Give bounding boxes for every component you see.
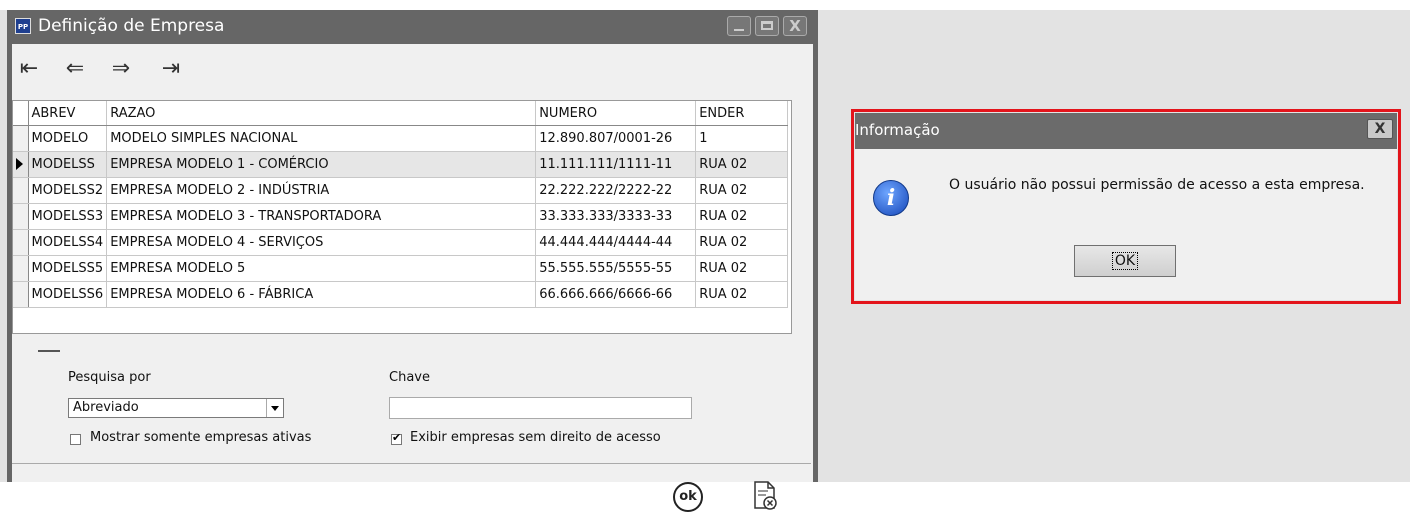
- row-indicator: [13, 125, 29, 152]
- pesquisa-por-value: Abreviado: [73, 400, 139, 415]
- table-row[interactable]: MODELSS2 EMPRESA MODELO 2 - INDÚSTRIA 22…: [13, 177, 789, 204]
- cell-razao: MODELO SIMPLES NACIONAL: [106, 125, 537, 152]
- dialog-ok-label: OK: [1111, 252, 1139, 270]
- sem-direito-label[interactable]: Exibir empresas sem direito de acesso: [410, 430, 661, 445]
- ativas-checkbox[interactable]: [70, 434, 81, 445]
- row-indicator: [13, 229, 29, 256]
- dialog-title: Informação: [855, 121, 940, 139]
- cell-ender: RUA 02: [695, 255, 789, 282]
- window-title: Definição de Empresa: [38, 16, 225, 36]
- cell-abrev: MODELSS3: [28, 203, 108, 230]
- dialog-message: O usuário não possui permissão de acesso…: [949, 177, 1365, 193]
- pesquisa-por-label: Pesquisa por: [68, 370, 151, 385]
- row-indicator: [13, 281, 29, 308]
- cell-abrev: MODELSS6: [28, 281, 108, 308]
- cell-razao: EMPRESA MODELO 2 - INDÚSTRIA: [106, 177, 537, 204]
- cell-razao: EMPRESA MODELO 1 - COMÉRCIO: [106, 151, 537, 178]
- row-indicator-header: [13, 101, 29, 126]
- cell-razao: EMPRESA MODELO 4 - SERVIÇOS: [106, 229, 537, 256]
- cell-numero: 12.890.807/0001-26: [535, 125, 697, 152]
- ok-button[interactable]: ok: [673, 482, 703, 512]
- column-header-razao[interactable]: RAZAO: [106, 101, 537, 126]
- row-indicator: [13, 255, 29, 282]
- table-header-row: ABREV RAZAO NUMERO ENDER: [13, 101, 789, 126]
- cell-abrev: MODELO: [28, 125, 108, 152]
- table-row[interactable]: MODELSS3 EMPRESA MODELO 3 - TRANSPORTADO…: [13, 203, 789, 230]
- close-button[interactable]: X: [783, 16, 807, 36]
- table-row[interactable]: MODELSS4 EMPRESA MODELO 4 - SERVIÇOS 44.…: [13, 229, 789, 256]
- cell-abrev: MODELSS: [28, 151, 108, 178]
- cell-numero: 11.111.111/1111-11: [535, 151, 697, 178]
- minimize-button[interactable]: [727, 16, 751, 36]
- information-dialog: Informação X i O usuário não possui perm…: [855, 113, 1397, 300]
- cell-ender: RUA 02: [695, 203, 789, 230]
- cell-razao: EMPRESA MODELO 3 - TRANSPORTADORA: [106, 203, 537, 230]
- row-indicator: [13, 177, 29, 204]
- row-indicator: [13, 151, 29, 178]
- pesquisa-por-select[interactable]: Abreviado: [68, 398, 284, 418]
- window-titlebar[interactable]: PP Definição de Empresa X: [12, 10, 813, 44]
- cell-numero: 55.555.555/5555-55: [535, 255, 697, 282]
- chave-label: Chave: [389, 370, 430, 385]
- dialog-ok-button[interactable]: OK: [1074, 245, 1176, 277]
- company-definition-window: PP Definição de Empresa X ⇤ ⇐ ⇒ ⇥ ABREV …: [7, 10, 818, 512]
- chave-input[interactable]: [389, 397, 692, 419]
- table-row-selected[interactable]: MODELSS EMPRESA MODELO 1 - COMÉRCIO 11.1…: [13, 151, 789, 178]
- next-record-icon[interactable]: ⇒: [108, 56, 134, 82]
- table-row[interactable]: MODELSS5 EMPRESA MODELO 5 55.555.555/555…: [13, 255, 789, 282]
- window-client-area: ⇤ ⇐ ⇒ ⇥ ABREV RAZAO NUMERO ENDER MODELO …: [12, 44, 813, 512]
- grid-resize-handle[interactable]: [38, 350, 60, 352]
- first-record-icon[interactable]: ⇤: [16, 56, 42, 82]
- maximize-button[interactable]: [755, 16, 779, 36]
- ativas-label[interactable]: Mostrar somente empresas ativas: [90, 430, 311, 445]
- row-indicator: [13, 203, 29, 230]
- search-panel: Pesquisa por Abreviado Chave Mostrar som…: [12, 366, 811, 462]
- cancel-document-icon[interactable]: [752, 480, 778, 512]
- cell-numero: 22.222.222/2222-22: [535, 177, 697, 204]
- cell-ender: 1: [695, 125, 789, 152]
- cell-ender: RUA 02: [695, 281, 789, 308]
- cell-ender: RUA 02: [695, 177, 789, 204]
- table-row[interactable]: MODELSS6 EMPRESA MODELO 6 - FÁBRICA 66.6…: [13, 281, 789, 308]
- cell-razao: EMPRESA MODELO 6 - FÁBRICA: [106, 281, 537, 308]
- cell-razao: EMPRESA MODELO 5: [106, 255, 537, 282]
- information-icon: i: [873, 180, 909, 216]
- sem-direito-checkbox[interactable]: [391, 431, 402, 445]
- dialog-client-area: i O usuário não possui permissão de aces…: [855, 149, 1397, 300]
- cell-ender: RUA 02: [695, 229, 789, 256]
- cell-abrev: MODELSS5: [28, 255, 108, 282]
- column-header-ender[interactable]: ENDER: [695, 101, 789, 126]
- record-navigation-bar: ⇤ ⇐ ⇒ ⇥: [12, 44, 813, 100]
- table-row[interactable]: MODELO MODELO SIMPLES NACIONAL 12.890.80…: [13, 125, 789, 152]
- last-record-icon[interactable]: ⇥: [158, 56, 184, 82]
- current-row-arrow-icon: [16, 158, 23, 170]
- previous-record-icon[interactable]: ⇐: [62, 56, 88, 82]
- cell-numero: 66.666.666/6666-66: [535, 281, 697, 308]
- column-header-abrev[interactable]: ABREV: [28, 101, 108, 126]
- dialog-close-button[interactable]: X: [1367, 119, 1393, 139]
- cell-abrev: MODELSS2: [28, 177, 108, 204]
- cell-ender: RUA 02: [695, 151, 789, 178]
- cell-abrev: MODELSS4: [28, 229, 108, 256]
- chevron-down-icon[interactable]: [266, 399, 283, 417]
- company-grid[interactable]: ABREV RAZAO NUMERO ENDER MODELO MODELO S…: [12, 100, 792, 334]
- column-header-numero[interactable]: NUMERO: [535, 101, 697, 126]
- window-footer: ok: [12, 464, 811, 512]
- app-icon: PP: [15, 18, 31, 34]
- cell-numero: 44.444.444/4444-44: [535, 229, 697, 256]
- cell-numero: 33.333.333/3333-33: [535, 203, 697, 230]
- company-table: ABREV RAZAO NUMERO ENDER MODELO MODELO S…: [13, 101, 789, 308]
